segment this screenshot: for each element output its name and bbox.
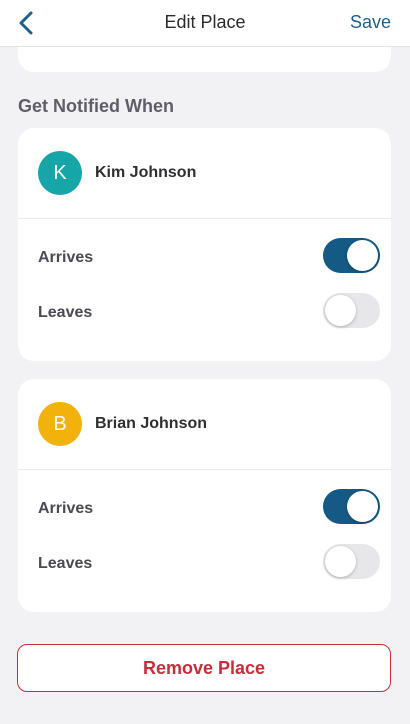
arrives-toggle[interactable] [323,238,380,273]
setting-label: Arrives [38,249,94,266]
remove-place-button[interactable]: Remove Place [17,644,391,692]
leaves-toggle[interactable] [323,293,380,328]
arrives-toggle[interactable] [323,489,380,524]
save-button[interactable]: Save [350,12,391,33]
person-name: Kim Johnson [95,164,197,181]
remove-place-label: Remove Place [142,657,266,678]
person-card: K Kim Johnson Arrives Leaves [18,128,391,361]
person-card: B Brian Johnson Arrives Leaves [18,379,391,612]
section-heading: Get Notified When [18,96,174,116]
avatar: K [38,151,82,195]
avatar: B [38,402,82,446]
page-title: Edit Place [164,12,246,32]
setting-row-leaves: Leaves [18,544,391,584]
setting-row-leaves: Leaves [18,293,391,333]
toggle-knob [347,240,378,271]
person-name: Brian Johnson [95,415,208,432]
setting-label: Arrives [38,500,94,517]
toggle-knob [347,491,378,522]
setting-row-arrives: Arrives [18,238,391,278]
setting-label: Leaves [38,304,93,321]
leaves-toggle[interactable] [323,544,380,579]
person-header: K Kim Johnson [18,128,391,219]
toggle-knob [325,546,356,577]
nav-bar: Edit Place Save [0,0,410,47]
toggle-knob [325,295,356,326]
person-header: B Brian Johnson [18,379,391,470]
setting-row-arrives: Arrives [18,489,391,529]
setting-label: Leaves [38,555,93,572]
